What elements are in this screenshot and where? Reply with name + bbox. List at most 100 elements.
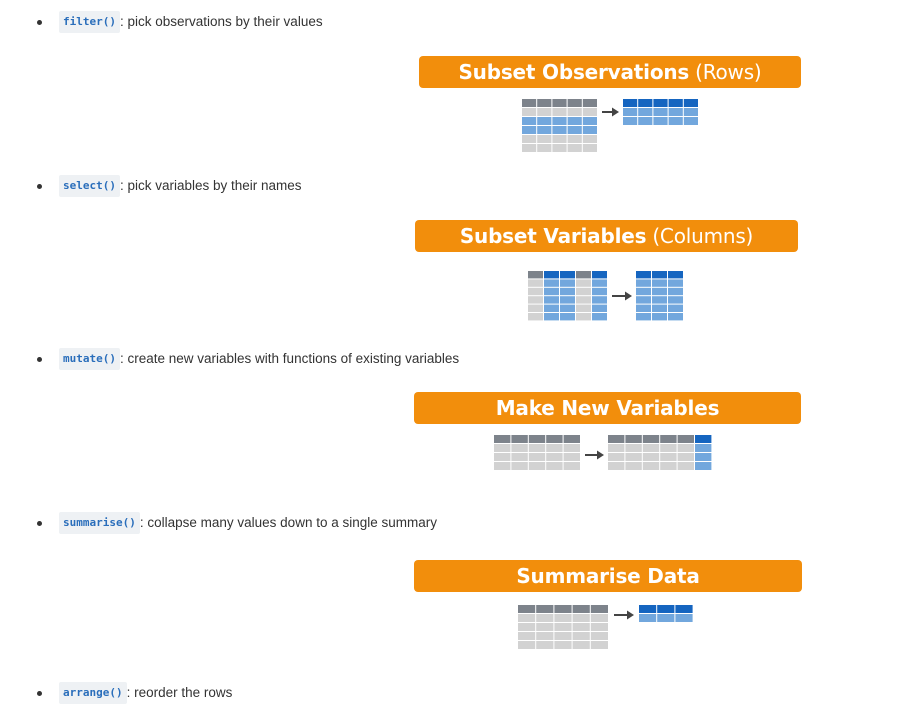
table-cell — [567, 126, 582, 134]
table-cell — [563, 444, 580, 452]
source-table — [518, 605, 608, 649]
table-cell — [567, 144, 582, 152]
function-description: : collapse many values down to a single … — [139, 515, 437, 530]
table-cell — [642, 462, 660, 470]
table-cell — [511, 462, 528, 470]
table-cell — [544, 313, 559, 321]
table-cell — [639, 605, 657, 613]
table-cell — [668, 313, 683, 321]
banner-title: Summarise Data — [516, 564, 700, 588]
table-cell — [528, 271, 543, 279]
table-cell — [642, 435, 660, 443]
table-cell — [518, 632, 536, 640]
result-table — [639, 605, 693, 622]
table-cell — [536, 641, 554, 649]
table-cell — [683, 108, 698, 116]
table-cell — [675, 614, 693, 622]
table-cell — [536, 623, 554, 631]
table-cell — [537, 108, 552, 116]
table-cell — [560, 304, 575, 312]
table-cell — [528, 304, 543, 312]
table-cell — [536, 605, 554, 613]
source-table — [528, 271, 607, 321]
list-item-arrange: arrange() : reorder the rows — [30, 682, 232, 704]
table-cell — [668, 287, 683, 296]
table-cell — [572, 623, 590, 631]
table-cell — [582, 135, 597, 143]
result-table — [623, 99, 698, 125]
table-cell — [554, 605, 572, 613]
table-cell — [494, 435, 511, 443]
function-description: : pick observations by their values — [119, 14, 323, 29]
table-cell — [528, 453, 546, 461]
list-item-mutate: mutate() : create new variables with fun… — [30, 348, 459, 370]
table-cell — [668, 99, 683, 107]
table-cell — [668, 108, 683, 116]
table-cell — [636, 271, 651, 279]
table-cell — [668, 304, 683, 312]
result-table — [636, 271, 683, 321]
table-cell — [608, 435, 625, 443]
table-cell — [554, 623, 572, 631]
table-cell — [552, 135, 567, 143]
table-cell — [560, 296, 575, 304]
table-cell — [572, 632, 590, 640]
table-cell — [522, 99, 537, 107]
table-cell — [567, 135, 582, 143]
table-cell — [636, 304, 651, 312]
table-cell — [652, 304, 667, 312]
table-cell — [494, 462, 511, 470]
table-cell — [660, 435, 677, 443]
right-arrow-icon — [614, 610, 634, 620]
table-cell — [677, 462, 694, 470]
result-table — [608, 435, 712, 470]
table-cell — [652, 313, 667, 321]
table-cell — [639, 614, 657, 622]
list-item-filter: filter() : pick observations by their va… — [30, 11, 323, 33]
table-cell — [576, 271, 591, 279]
table-cell — [592, 271, 607, 279]
table-cell — [590, 614, 608, 622]
table-cell — [592, 287, 607, 296]
table-cell — [572, 614, 590, 622]
table-cell — [590, 632, 608, 640]
table-cell — [668, 271, 683, 279]
table-cell — [683, 117, 698, 125]
banner-subset-observations: Subset Observations (Rows) — [419, 56, 801, 88]
table-cell — [560, 271, 575, 279]
table-cell — [652, 271, 667, 279]
table-cell — [546, 435, 563, 443]
table-cell — [511, 435, 528, 443]
table-cell — [677, 444, 694, 452]
table-cell — [518, 605, 536, 613]
table-cell — [572, 605, 590, 613]
table-cell — [518, 614, 536, 622]
bullet-icon — [37, 356, 42, 362]
table-cell — [552, 126, 567, 134]
table-cell — [623, 108, 638, 116]
banner-title: Subset Observations — [458, 60, 690, 84]
table-cell — [657, 614, 675, 622]
table-cell — [511, 453, 528, 461]
table-cell — [695, 453, 712, 461]
table-cell — [560, 287, 575, 296]
table-cell — [576, 287, 591, 296]
table-cell — [638, 117, 653, 125]
source-table — [522, 99, 597, 152]
table-cell — [567, 99, 582, 107]
function-code-select: select() — [59, 175, 120, 197]
table-cell — [576, 296, 591, 304]
diagram-make-new-variables — [494, 435, 712, 470]
list-item-summarise: summarise() : collapse many values down … — [30, 512, 437, 534]
table-cell — [563, 453, 580, 461]
table-cell — [576, 304, 591, 312]
table-cell — [683, 99, 698, 107]
table-cell — [625, 444, 642, 452]
table-cell — [546, 444, 563, 452]
banner-summarise-data: Summarise Data — [414, 560, 802, 592]
table-cell — [528, 287, 543, 296]
table-cell — [560, 279, 575, 287]
table-cell — [544, 287, 559, 296]
function-code-filter: filter() — [59, 11, 120, 33]
table-cell — [554, 641, 572, 649]
